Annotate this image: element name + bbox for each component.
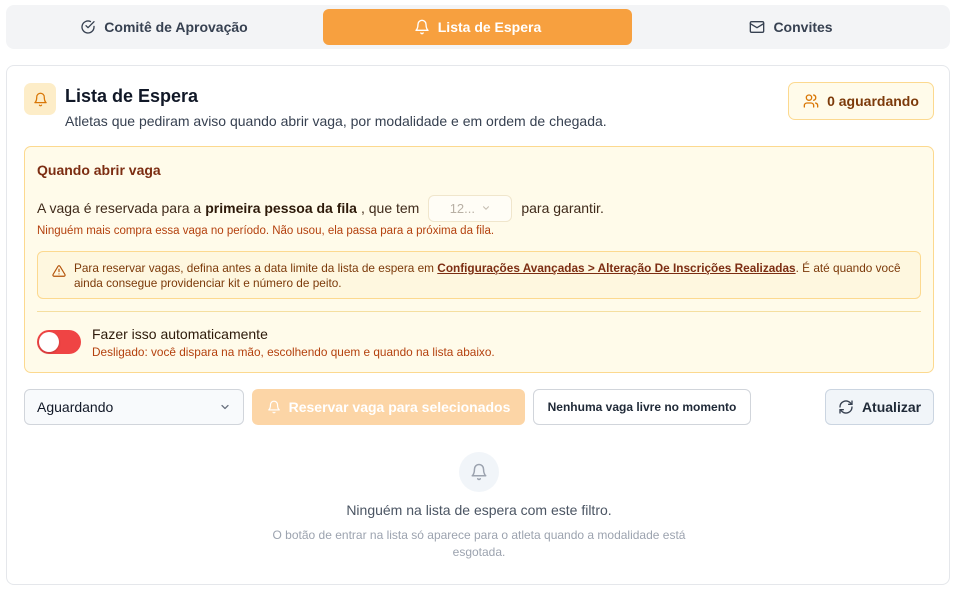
rule-note: Ninguém mais compra essa vaga no período… bbox=[37, 225, 495, 237]
rule-bold: primeira pessoa da fila bbox=[205, 200, 357, 216]
rule-suffix: para garantir. bbox=[521, 200, 604, 216]
empty-state-subtitle: O botão de entrar na lista só aparece pa… bbox=[272, 528, 686, 559]
rule-middle: , que tem bbox=[360, 200, 420, 216]
toggle-knob bbox=[39, 332, 59, 352]
vacancy-rules-panel: Quando abrir vaga A vaga é reservada par… bbox=[24, 146, 934, 373]
reserve-label: Reservar vaga para selecionados bbox=[288, 399, 511, 415]
chevron-down-icon bbox=[482, 206, 490, 210]
tab-label: Comitê de Aprovação bbox=[104, 19, 248, 35]
tab-bar: Comitê de Aprovação Lista de Espera Conv… bbox=[6, 5, 950, 49]
bell-icon bbox=[267, 400, 280, 414]
bell-icon bbox=[471, 463, 487, 481]
deadline-warning: Para reservar vagas, defina antes a data… bbox=[37, 251, 921, 299]
bell-icon bbox=[33, 92, 47, 106]
check-circle-icon bbox=[81, 20, 95, 34]
tab-label: Convites bbox=[773, 19, 833, 35]
alert-triangle-icon bbox=[52, 265, 66, 277]
tab-lista-espera[interactable]: Lista de Espera bbox=[323, 9, 632, 45]
filter-value: Aguardando bbox=[37, 399, 114, 415]
page-title: Lista de Espera bbox=[65, 86, 199, 106]
refresh-button[interactable]: Atualizar bbox=[825, 389, 934, 425]
no-vacancy-label: Nenhuma vaga livre no momento bbox=[547, 400, 737, 414]
bell-icon bbox=[415, 19, 429, 35]
empty-state-title: Ninguém na lista de espera com este filt… bbox=[346, 502, 612, 518]
mail-icon bbox=[750, 21, 765, 33]
refresh-icon bbox=[839, 400, 853, 414]
tab-comite-aprovacao[interactable]: Comitê de Aprovação bbox=[12, 9, 316, 45]
toggle-description: Desligado: você dispara na mão, escolhen… bbox=[92, 345, 495, 359]
hold-hours-value: 12... bbox=[449, 200, 475, 216]
hold-hours-select[interactable]: 12... bbox=[428, 194, 513, 222]
refresh-label: Atualizar bbox=[861, 399, 922, 415]
advanced-settings-link[interactable]: Configurações Avançadas > Alteração De I… bbox=[437, 261, 795, 275]
header-icon-box bbox=[24, 83, 56, 115]
auto-reserve-toggle[interactable] bbox=[37, 330, 81, 354]
panel-title: Quando abrir vaga bbox=[37, 162, 161, 178]
waiting-count-badge: 0 aguardando bbox=[788, 82, 934, 120]
warning-prefix: Para reservar vagas, defina antes a data… bbox=[74, 261, 435, 275]
page-subtitle: Atletas que pediram aviso quando abrir v… bbox=[65, 113, 607, 129]
toggle-label: Fazer isso automaticamente bbox=[92, 326, 268, 342]
reserve-selected-button[interactable]: Reservar vaga para selecionados bbox=[252, 389, 525, 425]
divider bbox=[37, 311, 921, 312]
tab-convites[interactable]: Convites bbox=[638, 9, 944, 45]
badge-label: 0 aguardando bbox=[827, 93, 919, 109]
reservation-rule: A vaga é reservada para a primeira pesso… bbox=[37, 194, 604, 222]
warning-text: Para reservar vagas, defina antes a data… bbox=[74, 261, 914, 291]
no-vacancy-indicator: Nenhuma vaga livre no momento bbox=[533, 389, 751, 425]
rule-prefix: A vaga é reservada para a bbox=[37, 200, 202, 216]
users-icon bbox=[803, 94, 819, 108]
tab-label: Lista de Espera bbox=[437, 19, 542, 35]
status-filter-select[interactable]: Aguardando bbox=[24, 389, 244, 425]
chevron-down-icon bbox=[221, 404, 229, 410]
empty-state-icon bbox=[459, 452, 499, 492]
waitlist-card: Lista de Espera Atletas que pediram avis… bbox=[6, 65, 950, 585]
